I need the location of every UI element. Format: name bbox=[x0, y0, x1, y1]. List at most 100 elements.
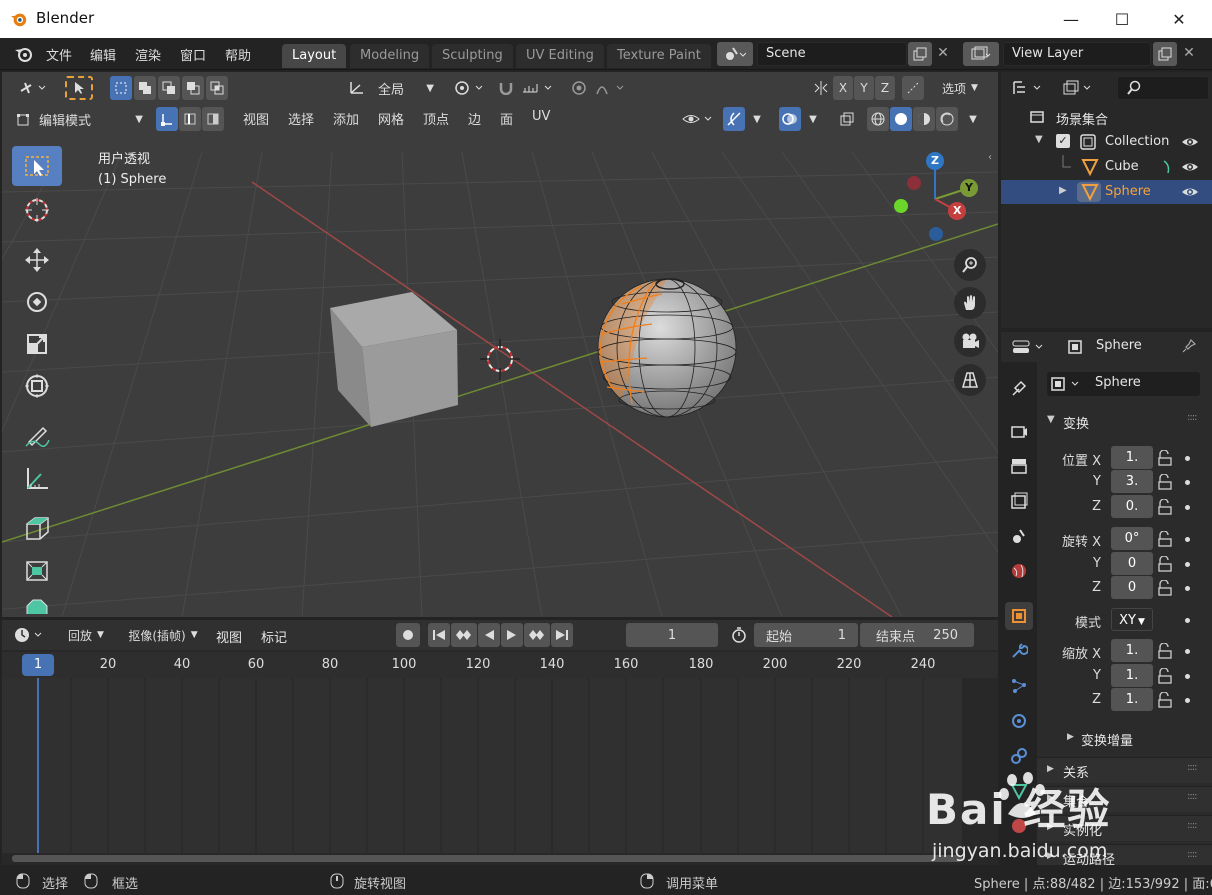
location-z-field[interactable]: 0. bbox=[1111, 495, 1153, 518]
eye-icon[interactable] bbox=[1181, 185, 1199, 199]
close-window-button[interactable]: ✕ bbox=[1156, 0, 1202, 38]
outliner-item-sphere[interactable]: ▶ Sphere bbox=[1001, 180, 1212, 204]
shading-solid-icon[interactable] bbox=[890, 107, 912, 131]
transform-panel-header[interactable]: ▼ 变换 :::: bbox=[1037, 408, 1212, 434]
tab-object[interactable] bbox=[1005, 602, 1033, 630]
display-mode-dropdown[interactable] bbox=[1059, 76, 1099, 100]
timeline-editor[interactable]: 回放 ▼ 抠像(插帧) ▼ 视图 标记 1 起始 1 结束点 250 1 20 40 6… bbox=[2, 620, 998, 865]
expand-arrow-icon[interactable]: ▶ bbox=[1059, 185, 1067, 196]
lock-icon[interactable] bbox=[1157, 556, 1173, 572]
checkbox-checked-icon[interactable]: ✓ bbox=[1056, 134, 1070, 148]
expand-arrow-icon[interactable]: ▼ bbox=[1035, 134, 1043, 145]
scale-y-field[interactable]: 1. bbox=[1111, 664, 1153, 687]
shading-material-icon[interactable] bbox=[913, 107, 935, 131]
keyframe-dot-icon[interactable] bbox=[1185, 537, 1190, 542]
timeline-menu-view[interactable]: 视图 bbox=[216, 627, 242, 646]
bevel-tool[interactable] bbox=[12, 592, 62, 614]
pin-icon[interactable] bbox=[1181, 338, 1197, 354]
outliner-editor-type[interactable] bbox=[1009, 76, 1049, 100]
gizmo-toggle[interactable] bbox=[723, 107, 745, 131]
object-browse-button[interactable] bbox=[1047, 372, 1085, 396]
tool-settings-dropdown[interactable] bbox=[11, 76, 57, 100]
lock-icon[interactable] bbox=[1157, 450, 1173, 466]
snap-toggle[interactable] bbox=[495, 76, 517, 100]
lock-icon[interactable] bbox=[1157, 580, 1173, 596]
face-select-mode-icon[interactable] bbox=[202, 107, 224, 131]
delta-transform-subpanel[interactable]: ▶ 变换增量 bbox=[1037, 728, 1212, 750]
keyframe-dot-icon[interactable] bbox=[1185, 618, 1190, 623]
tab-texture-paint[interactable]: Texture Paint bbox=[607, 44, 711, 68]
lock-icon[interactable] bbox=[1157, 668, 1173, 684]
camera-view-button[interactable] bbox=[954, 325, 986, 357]
tab-view-layer[interactable] bbox=[1005, 487, 1033, 515]
jump-end-button[interactable] bbox=[551, 623, 573, 647]
tab-sculpting[interactable]: Sculpting bbox=[432, 44, 513, 68]
interaction-mode-dropdown[interactable]: 编辑模式 ▼ bbox=[11, 107, 149, 131]
delete-scene-icon[interactable]: ✕ bbox=[934, 45, 952, 63]
transform-orientation-dropdown[interactable]: 全局 ▼ bbox=[342, 76, 440, 100]
scene-browse-button[interactable] bbox=[717, 42, 753, 66]
prev-keyframe-button[interactable] bbox=[451, 623, 477, 647]
select-box-tool[interactable] bbox=[12, 146, 62, 186]
outliner-item-collection[interactable]: ▼ ✓ Collection bbox=[1001, 130, 1212, 154]
toggle-ortho-button[interactable] bbox=[954, 364, 986, 396]
drag-handle-icon[interactable]: :::: bbox=[1187, 412, 1198, 423]
menu-edit[interactable]: 编辑 bbox=[90, 45, 116, 64]
overlays-dropdown-icon[interactable]: ▼ bbox=[803, 107, 823, 131]
vertex-select-mode-icon[interactable] bbox=[156, 107, 178, 131]
cube-object[interactable] bbox=[330, 292, 458, 427]
shading-dropdown-icon[interactable]: ▼ bbox=[962, 107, 984, 131]
scene-name-field[interactable]: Scene bbox=[757, 42, 907, 66]
tab-scene[interactable] bbox=[1005, 522, 1033, 550]
keyframe-dot-icon[interactable] bbox=[1185, 456, 1190, 461]
outliner[interactable]: 场景集合 ▼ ✓ Collection Cube ▶ Sphere bbox=[1001, 72, 1212, 328]
keyframe-dot-icon[interactable] bbox=[1185, 698, 1190, 703]
tab-uv-editing[interactable]: UV Editing bbox=[516, 44, 604, 68]
next-keyframe-button[interactable] bbox=[524, 623, 550, 647]
timeline-menu-markers[interactable]: 标记 bbox=[261, 627, 287, 646]
rotation-z-field[interactable]: 0 bbox=[1111, 576, 1153, 599]
minimize-button[interactable]: — bbox=[1048, 0, 1094, 38]
eye-icon[interactable] bbox=[1181, 160, 1199, 174]
annotate-tool[interactable] bbox=[12, 416, 62, 456]
lock-icon[interactable] bbox=[1157, 643, 1173, 659]
delete-view-layer-icon[interactable]: ✕ bbox=[1180, 45, 1198, 63]
eye-icon[interactable] bbox=[1181, 135, 1199, 149]
rotate-tool[interactable] bbox=[12, 282, 62, 322]
lock-icon[interactable] bbox=[1157, 531, 1173, 547]
rotation-mode-dropdown[interactable]: XY ▼ bbox=[1111, 608, 1153, 631]
select-mode-intersect-icon[interactable] bbox=[206, 76, 228, 100]
object-datablock-field[interactable]: Sphere bbox=[1047, 372, 1200, 396]
xray-toggle[interactable] bbox=[836, 107, 858, 131]
visibility-dropdown[interactable] bbox=[678, 107, 718, 131]
lock-icon[interactable] bbox=[1157, 499, 1173, 515]
menu-help[interactable]: 帮助 bbox=[225, 45, 251, 64]
outliner-item-cube[interactable]: Cube bbox=[1001, 155, 1212, 179]
menu-select[interactable]: 选择 bbox=[288, 109, 314, 128]
tab-physics[interactable] bbox=[1005, 707, 1033, 735]
tab-tool[interactable] bbox=[1005, 374, 1033, 402]
keyframe-dot-icon[interactable] bbox=[1185, 674, 1190, 679]
menu-vertex[interactable]: 顶点 bbox=[423, 109, 449, 128]
keyframe-dot-icon[interactable] bbox=[1185, 505, 1190, 510]
shading-wireframe-icon[interactable] bbox=[867, 107, 889, 131]
outliner-search-input[interactable] bbox=[1117, 76, 1209, 100]
mirror-x-toggle[interactable]: X bbox=[833, 76, 853, 100]
menu-edge[interactable]: 边 bbox=[468, 109, 481, 128]
overlays-toggle[interactable] bbox=[779, 107, 801, 131]
pivot-point-dropdown[interactable] bbox=[448, 76, 490, 100]
proportional-edit-toggle[interactable] bbox=[567, 76, 591, 100]
shading-rendered-icon[interactable] bbox=[936, 107, 958, 131]
keyframe-dot-icon[interactable] bbox=[1185, 480, 1190, 485]
gizmo-dropdown-icon[interactable]: ▼ bbox=[747, 107, 767, 131]
options-dropdown[interactable]: 选项 ▼ bbox=[932, 76, 988, 100]
tab-modifiers[interactable] bbox=[1005, 637, 1033, 665]
tab-modeling[interactable]: Modeling bbox=[350, 44, 430, 68]
location-y-field[interactable]: 3. bbox=[1111, 470, 1153, 493]
pan-view-button[interactable] bbox=[954, 287, 986, 319]
tab-world[interactable] bbox=[1005, 557, 1033, 585]
menu-file[interactable]: 文件 bbox=[46, 45, 72, 64]
sphere-object[interactable] bbox=[597, 278, 737, 418]
menu-window[interactable]: 窗口 bbox=[180, 45, 206, 64]
transform-tool[interactable] bbox=[12, 366, 62, 406]
